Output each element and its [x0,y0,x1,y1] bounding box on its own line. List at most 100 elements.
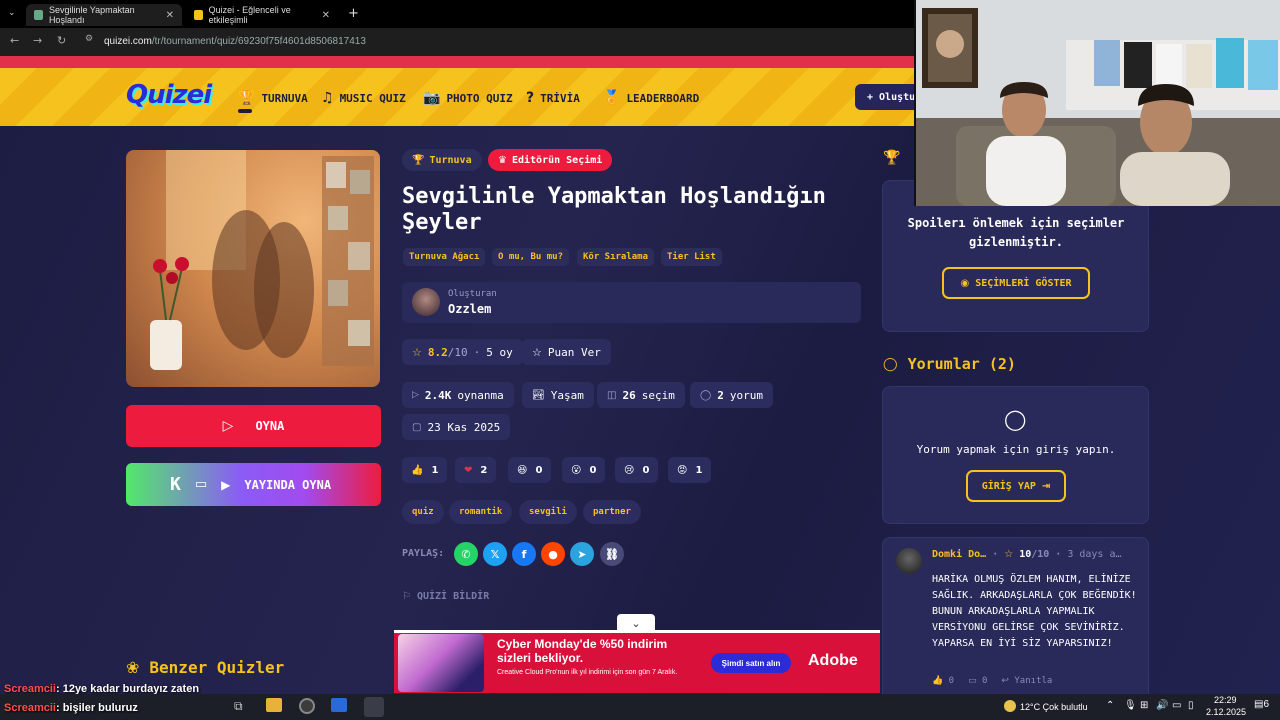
images-icon: ◫ [607,389,617,401]
nav-leaderboard[interactable]: 🏅 LEADERBOARD [603,89,699,107]
trophy-icon: 🏆 [883,150,901,166]
app-icon[interactable] [299,698,315,714]
site-info-icon[interactable]: ⚙ [85,34,93,44]
telegram-icon[interactable]: ➤ [570,542,594,566]
mode-this-or-that[interactable]: O mu, Bu mu? [492,248,570,266]
url-field[interactable]: quizei.com/tr/tournament/quiz/69230f75f4… [104,36,366,47]
ad-image [398,634,484,692]
youtube-icon: ▶ [221,477,231,492]
webcam-overlay [914,0,1280,206]
comment-time: 3 days a… [1067,549,1122,560]
play-button[interactable]: ▷ OYNA [126,405,381,447]
star-icon: ☆ [532,345,542,359]
comment-reply-button[interactable]: ↩ Yanıtla [1001,676,1052,686]
report-quiz-link[interactable]: ⚐ QUİZİ BİLDİR [402,591,489,602]
tag-partner[interactable]: partner [583,500,641,524]
share-label: PAYLAŞ: [402,548,445,559]
whatsapp-icon[interactable]: ✆ [454,542,478,566]
volume-icon[interactable]: 🔊 [1156,700,1168,711]
reaction-thumbs-up[interactable]: 👍 1 [402,457,448,483]
chrome-taskbar-icon[interactable] [364,697,384,717]
task-view-icon[interactable]: ⧉ [234,699,243,714]
play-live-button[interactable]: K ▭ ▶ YAYINDA OYNA [126,463,381,506]
reload-icon[interactable]: ↻ [57,34,66,47]
creator-name[interactable]: Ozzlem [448,302,491,316]
reaction-heart[interactable]: ❤ 2 [455,457,497,483]
trophy-icon: 🏆 [412,154,425,166]
music-note-icon: ♫ [321,90,334,106]
nav-music-quiz[interactable]: ♫ MUSIC QUIZ [321,89,406,107]
rating-value: 8.2 [427,345,448,359]
creator-label: Oluşturan [448,289,497,299]
forward-icon[interactable]: → [33,34,42,47]
close-icon[interactable]: ✕ [322,10,330,21]
browser-tab[interactable]: Quizei - Eğlenceli ve etkileşimli ✕ [186,4,338,26]
app-icon[interactable] [331,698,347,712]
comment-replies-count[interactable]: ▭ 0 [968,676,987,686]
back-icon[interactable]: ← [10,34,19,47]
category-chip[interactable]: 🏞 Yaşam [522,382,594,408]
browser-tab-active[interactable]: Sevgilinle Yapmaktan Hoşlandı ✕ [26,4,182,26]
laugh-icon: 😆 [517,464,528,476]
mode-bracket[interactable]: Turnuva Ağacı [403,248,486,266]
comments-heading: ◯ Yorumlar (2) [883,355,1016,373]
mode-blind-rank[interactable]: Kör Sıralama [577,248,655,266]
heart-icon: ❤ [464,464,473,476]
tag-sevgili[interactable]: sevgili [519,500,577,524]
play-icon: ▷ [412,390,419,400]
nav-turnuva[interactable]: 🏆 TURNUVA [238,89,308,107]
login-button[interactable]: GİRİŞ YAP ⇥ [966,470,1066,502]
file-explorer-icon[interactable] [266,698,282,712]
rate-button[interactable]: ☆ Puan Ver [522,339,611,365]
x-twitter-icon[interactable]: 𝕏 [483,542,507,566]
mode-tier-list[interactable]: Tier List [661,248,722,266]
tray-chevron-icon[interactable]: ⌃ [1106,700,1114,711]
battery-icon[interactable]: ▯ [1188,700,1194,711]
clock-date[interactable]: 2.12.2025 [1206,707,1246,717]
landscape-icon: 🏞 [532,389,545,401]
camera-icon: 📷 [423,90,441,106]
ad-cta-button[interactable]: Şimdi satın alın [711,653,791,673]
clock-time[interactable]: 22:29 [1214,695,1237,705]
facebook-icon[interactable]: f [512,542,536,566]
thumbs-up-icon: 👍 [411,464,424,476]
nav-photo-quiz[interactable]: 📷 PHOTO QUIZ [423,89,513,107]
calendar-icon: ▢ [412,421,422,433]
crown-icon: ♛ [498,154,507,166]
comment-text: HARİKA OLMUŞ ÖZLEM HANIM, ELİNİZE SAĞLIK… [932,574,1137,649]
tab-title: Quizei - Eğlenceli ve etkileşimli [208,5,291,25]
comments-stat: ◯ 2 yorum [690,382,773,408]
copy-link-icon[interactable]: ⛓ [600,542,624,566]
ad-headline: Cyber Monday'de %50 indirim sizleri bekl… [497,637,668,665]
tab-list-icon[interactable]: ⌄ [8,8,16,18]
reddit-icon[interactable]: ● [541,542,565,566]
reaction-sad[interactable]: 😢 0 [615,457,659,483]
angry-icon: 😡 [677,464,688,476]
choices-stat: ◫ 26 seçim [597,382,685,408]
star-icon: ☆ [412,345,422,359]
bubbles-icon: ❀ [126,658,140,677]
comment-actions: 👍 0 ▭ 0 ↩ Yanıtla [932,676,1052,686]
reaction-wow[interactable]: 😮 0 [562,457,606,483]
display-icon[interactable]: ▭ [1172,700,1181,711]
show-choices-button[interactable]: ◉ SEÇİMLERİ GÖSTER [942,267,1090,299]
reaction-laugh[interactable]: 😆 0 [508,457,552,483]
tag-romantik[interactable]: romantik [449,500,513,524]
comment-author[interactable]: Domki Do… [932,549,986,560]
close-icon[interactable]: ✕ [166,10,174,21]
network-icon[interactable]: ⊞ [1140,700,1148,711]
vote-count: 5 oy [486,345,513,359]
site-logo[interactable]: Quizei [126,80,212,110]
reaction-angry[interactable]: 😡 1 [668,457,712,483]
question-bubble-icon: ? [526,90,535,106]
star-icon: ☆ [1004,549,1014,560]
nav-trivia[interactable]: ? TRİVİA [526,89,580,107]
microphone-icon[interactable]: 🎙 [1124,700,1137,711]
notification-badge[interactable]: ▤6 [1254,699,1269,710]
play-live-label: YAYINDA OYNA [244,477,332,492]
twitch-icon: ▭ [194,477,208,492]
new-tab-icon[interactable]: + [348,6,359,21]
weather-text[interactable]: 12°C Çok bulutlu [1020,702,1088,712]
tag-quiz[interactable]: quiz [402,500,444,524]
comment-like-button[interactable]: 👍 0 [932,676,954,686]
